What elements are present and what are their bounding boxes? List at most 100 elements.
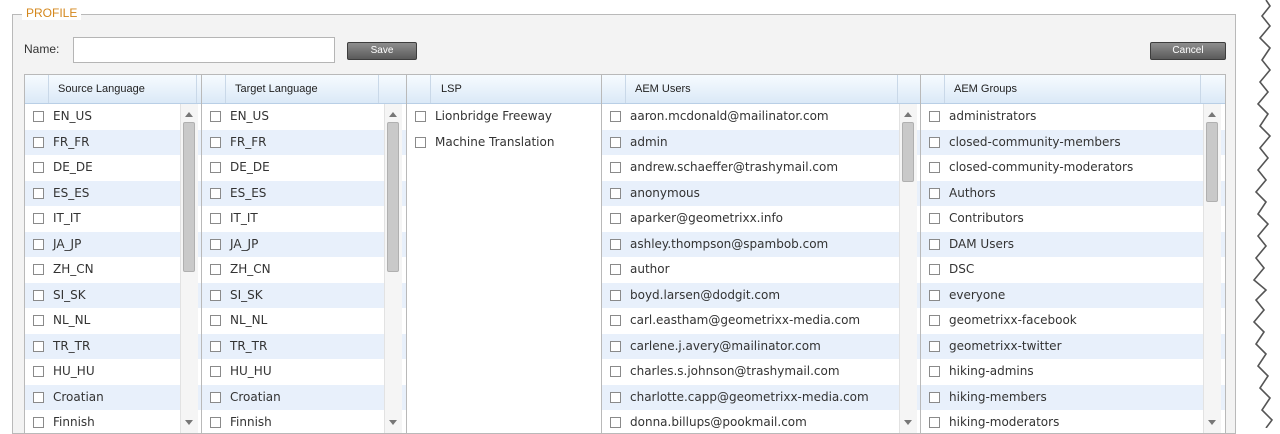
checkbox-icon[interactable] [210,391,221,403]
checkbox-icon[interactable] [610,162,621,173]
list-item[interactable]: Contributors [921,206,1225,232]
checkbox-icon[interactable] [929,187,940,199]
checkbox-icon[interactable] [610,289,621,301]
checkbox-icon[interactable] [210,264,221,275]
checkbox-icon[interactable] [929,289,940,301]
checkbox-icon[interactable] [210,289,221,301]
checkbox-icon[interactable] [415,136,426,148]
list-item[interactable]: Finnish [202,410,406,433]
source-language-scrollbar[interactable] [180,104,198,433]
list-item[interactable]: carlene.j.avery@mailinator.com [602,333,920,359]
list-item[interactable]: geometrixx-twitter [921,333,1225,359]
list-item[interactable]: Croatian [202,384,406,410]
checkbox-icon[interactable] [929,238,940,250]
list-item[interactable]: FR_FR [202,129,406,155]
list-item[interactable]: JA_JP [202,231,406,257]
checkbox-icon[interactable] [33,187,44,199]
checkbox-icon[interactable] [210,213,221,224]
checkbox-icon[interactable] [610,340,621,352]
scroll-thumb[interactable] [387,122,399,272]
target-language-scrollbar[interactable] [384,104,402,433]
select-all-checkbox-cell[interactable] [921,75,945,103]
checkbox-icon[interactable] [33,315,44,326]
list-item[interactable]: ZH_CN [202,257,406,283]
select-all-checkbox-cell[interactable] [602,75,626,103]
save-button[interactable]: Save [347,42,417,60]
checkbox-icon[interactable] [33,340,44,352]
list-item[interactable]: TR_TR [202,333,406,359]
checkbox-icon[interactable] [33,391,44,403]
checkbox-icon[interactable] [610,264,621,275]
scroll-down-arrow-icon[interactable] [1208,420,1216,425]
list-item[interactable]: IT_IT [202,206,406,232]
checkbox-icon[interactable] [610,136,621,148]
checkbox-icon[interactable] [610,366,621,377]
list-item[interactable]: TR_TR [25,333,201,359]
checkbox-icon[interactable] [33,366,44,377]
list-item[interactable]: charles.s.johnson@trashymail.com [602,359,920,385]
list-item[interactable]: closed-community-members [921,129,1225,155]
list-item[interactable]: ES_ES [202,180,406,206]
list-item[interactable]: HU_HU [25,359,201,385]
list-item[interactable]: Machine Translation [407,130,601,156]
scroll-thumb[interactable] [183,122,195,272]
list-item[interactable]: EN_US [25,104,201,130]
list-item[interactable]: closed-community-moderators [921,155,1225,181]
list-item[interactable]: hiking-members [921,384,1225,410]
checkbox-icon[interactable] [929,213,940,224]
checkbox-icon[interactable] [929,111,940,122]
list-item[interactable]: JA_JP [25,231,201,257]
list-item[interactable]: EN_US [202,104,406,130]
list-item[interactable]: DAM Users [921,231,1225,257]
list-item[interactable]: donna.billups@pookmail.com [602,410,920,433]
scroll-up-arrow-icon[interactable] [185,112,193,117]
checkbox-icon[interactable] [33,238,44,250]
checkbox-icon[interactable] [610,417,621,428]
scroll-up-arrow-icon[interactable] [1208,112,1216,117]
list-item[interactable]: carl.eastham@geometrixx-media.com [602,308,920,334]
checkbox-icon[interactable] [929,162,940,173]
checkbox-icon[interactable] [929,136,940,148]
list-item[interactable]: HU_HU [202,359,406,385]
checkbox-icon[interactable] [210,162,221,173]
checkbox-icon[interactable] [33,264,44,275]
checkbox-icon[interactable] [33,289,44,301]
list-item[interactable]: andrew.schaeffer@trashymail.com [602,155,920,181]
checkbox-icon[interactable] [929,417,940,428]
scroll-thumb[interactable] [1206,122,1218,202]
list-item[interactable]: NL_NL [25,308,201,334]
checkbox-icon[interactable] [610,187,621,199]
list-item[interactable]: aaron.mcdonald@mailinator.com [602,104,920,130]
checkbox-icon[interactable] [929,264,940,275]
checkbox-icon[interactable] [210,187,221,199]
scroll-down-arrow-icon[interactable] [389,420,397,425]
checkbox-icon[interactable] [210,340,221,352]
name-input[interactable] [73,37,335,63]
list-item[interactable]: ES_ES [25,180,201,206]
list-item[interactable]: ashley.thompson@spambob.com [602,231,920,257]
list-item[interactable]: author [602,257,920,283]
checkbox-icon[interactable] [610,238,621,250]
list-item[interactable]: DSC [921,257,1225,283]
checkbox-icon[interactable] [929,315,940,326]
select-all-checkbox-cell[interactable] [202,75,226,103]
checkbox-icon[interactable] [33,136,44,148]
list-item[interactable]: administrators [921,104,1225,130]
list-item[interactable]: charlotte.capp@geometrixx-media.com [602,384,920,410]
list-item[interactable]: SI_SK [25,282,201,308]
scroll-thumb[interactable] [902,122,914,182]
cancel-button[interactable]: Cancel [1150,42,1226,60]
checkbox-icon[interactable] [210,111,221,122]
list-item[interactable]: aparker@geometrixx.info [602,206,920,232]
list-item[interactable]: DE_DE [25,155,201,181]
list-item[interactable]: Finnish [25,410,201,433]
list-item[interactable]: IT_IT [25,206,201,232]
list-item[interactable]: FR_FR [25,129,201,155]
checkbox-icon[interactable] [33,111,44,122]
list-item[interactable]: ZH_CN [25,257,201,283]
scroll-down-arrow-icon[interactable] [185,420,193,425]
select-all-checkbox-cell[interactable] [407,75,431,103]
scroll-up-arrow-icon[interactable] [904,112,912,117]
checkbox-icon[interactable] [610,391,621,403]
checkbox-icon[interactable] [210,315,221,326]
